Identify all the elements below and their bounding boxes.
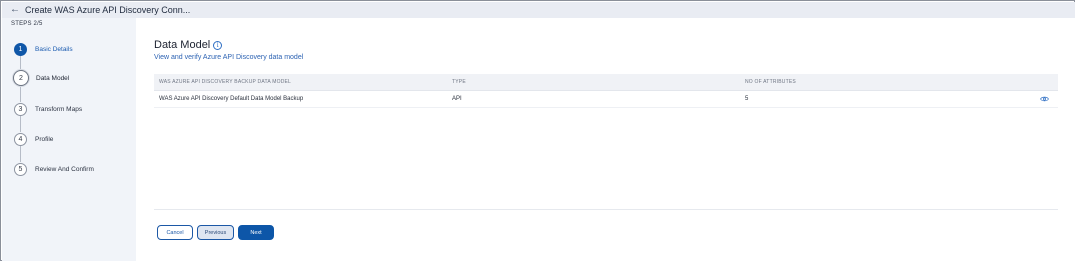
step-basic-details[interactable]: 1 Basic Details (14, 42, 73, 56)
info-icon[interactable]: i (213, 40, 223, 50)
step-label: Review And Confirm (35, 165, 94, 173)
cancel-button[interactable]: Cancel (157, 225, 193, 240)
cell-attribute-count: 5 (745, 96, 749, 102)
main-content: Data Model i View and verify Azure API D… (136, 18, 1075, 261)
cell-data-model-name: WAS Azure API Discovery Default Data Mod… (159, 96, 304, 102)
table-row[interactable]: WAS Azure API Discovery Default Data Mod… (154, 90, 1058, 108)
column-header-attributes[interactable]: NO OF ATTRIBUTES (745, 79, 796, 85)
next-button[interactable]: Next (238, 225, 274, 240)
step-connector (20, 115, 21, 132)
step-number: 5 (14, 162, 27, 176)
data-model-table: WAS AZURE API DISCOVERY BACKUP DATA MODE… (154, 74, 1058, 108)
eye-icon[interactable] (1040, 96, 1049, 102)
page-title: Data Model i (154, 39, 223, 51)
column-header-type[interactable]: TYPE (452, 79, 466, 85)
step-label: Transform Maps (35, 105, 83, 113)
page-title-text: Data Model (154, 39, 211, 51)
step-connector (20, 145, 21, 162)
step-label: Profile (35, 135, 54, 143)
step-profile[interactable]: 4 Profile (14, 132, 53, 146)
step-number: 3 (14, 102, 27, 116)
step-connector (20, 86, 21, 102)
column-header-name[interactable]: WAS AZURE API DISCOVERY BACKUP DATA MODE… (159, 79, 291, 85)
app-window: ← Create WAS Azure API Discovery Conn...… (0, 0, 1075, 261)
steps-sidebar: STEPS 2/5 1 Basic Details 2 Data Model 3… (2, 18, 136, 261)
window-titlebar: ← Create WAS Azure API Discovery Conn... (2, 2, 1075, 18)
page-subtitle: View and verify Azure API Discovery data… (154, 54, 304, 61)
step-label: Data Model (36, 74, 70, 82)
back-arrow-icon[interactable]: ← (10, 5, 20, 15)
step-number: 1 (14, 42, 27, 56)
steps-counter: STEPS 2/5 (11, 21, 43, 27)
table-header: WAS AZURE API DISCOVERY BACKUP DATA MODE… (154, 74, 1058, 90)
window-title: Create WAS Azure API Discovery Conn... (25, 5, 191, 15)
step-connector (20, 55, 21, 69)
previous-button[interactable]: Previous (197, 225, 234, 240)
cell-type: API (452, 96, 462, 102)
step-transform-maps[interactable]: 3 Transform Maps (14, 102, 82, 116)
step-label: Basic Details (35, 45, 73, 53)
step-number: 4 (14, 132, 27, 146)
step-number: 2 (13, 70, 29, 86)
step-data-model[interactable]: 2 Data Model (13, 70, 70, 86)
step-review-and-confirm[interactable]: 5 Review And Confirm (14, 162, 94, 176)
footer-divider (154, 209, 1058, 210)
